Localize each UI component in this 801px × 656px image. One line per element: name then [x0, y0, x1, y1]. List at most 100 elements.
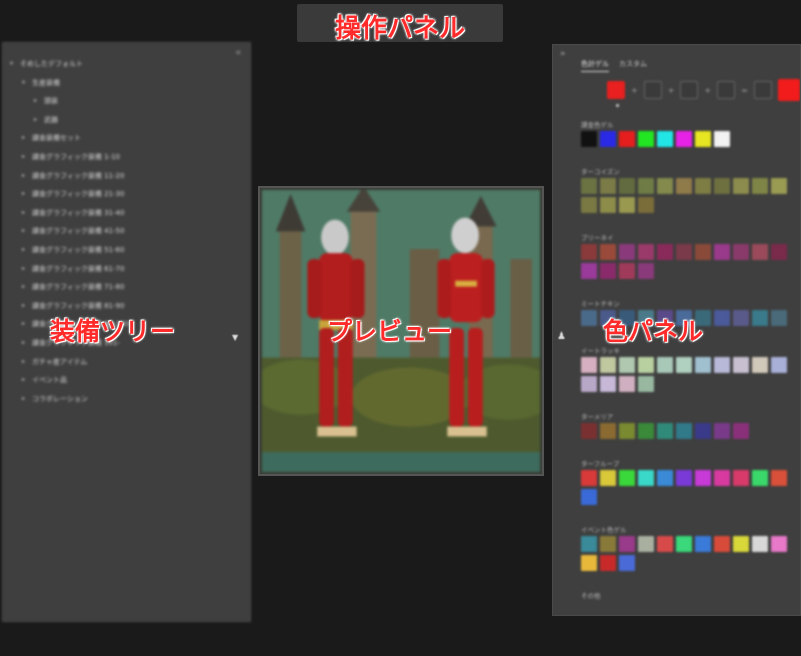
tree-item[interactable]: ▸ 頭装 [10, 92, 129, 111]
color-swatch[interactable] [600, 131, 616, 147]
tree-item[interactable]: ▸ 課金グラフィック装備 31-40 [10, 204, 129, 223]
color-swatch[interactable] [752, 310, 768, 326]
color-swatch[interactable] [619, 555, 635, 571]
color-swatch[interactable] [600, 536, 616, 552]
color-swatch[interactable] [733, 178, 749, 194]
double-chevron-right-icon[interactable]: » [560, 49, 566, 59]
color-swatch[interactable] [714, 536, 730, 552]
mix-slot[interactable] [680, 81, 699, 99]
chevron-right-icon[interactable]: ▸ [22, 297, 28, 316]
chevron-down-icon[interactable]: ▾ [22, 74, 28, 93]
palette-icon[interactable]: ♟ [557, 331, 566, 342]
color-swatch[interactable] [581, 197, 597, 213]
color-swatch[interactable] [771, 178, 787, 194]
color-swatch[interactable] [771, 310, 787, 326]
tab-1[interactable]: カスタム [619, 59, 647, 72]
color-swatch[interactable] [619, 131, 635, 147]
color-swatch[interactable] [600, 423, 616, 439]
chevron-right-icon[interactable]: ▸ [22, 315, 28, 334]
color-swatch[interactable] [733, 423, 749, 439]
tree-item[interactable]: ▸ イベント品 [10, 371, 129, 390]
color-swatch[interactable] [657, 357, 673, 373]
chevron-right-icon[interactable]: ▸ [22, 129, 28, 148]
chevron-right-icon[interactable]: ▸ [22, 148, 28, 167]
tree-item[interactable]: ▸ 課金グラフィック装備 41-50 [10, 222, 129, 241]
color-swatch[interactable] [600, 555, 616, 571]
chevron-right-icon[interactable]: ▸ [34, 111, 40, 130]
color-swatch[interactable] [600, 178, 616, 194]
color-swatch[interactable] [581, 244, 597, 260]
color-swatch[interactable] [581, 310, 597, 326]
color-swatch[interactable] [581, 489, 597, 505]
chevron-right-icon[interactable]: ▸ [34, 92, 40, 111]
color-swatch[interactable] [619, 536, 635, 552]
tree-item[interactable]: ▾ そめしたデフォルト [10, 55, 129, 74]
color-swatch[interactable] [695, 357, 711, 373]
color-swatch[interactable] [600, 470, 616, 486]
color-swatch[interactable] [676, 423, 692, 439]
color-swatch[interactable] [657, 131, 673, 147]
color-swatch[interactable] [619, 244, 635, 260]
color-swatch[interactable] [676, 470, 692, 486]
tree-item[interactable]: ▸ 課金グラフィック装備 11-20 [10, 167, 129, 186]
mix-slot[interactable] [607, 81, 625, 107]
mix-result-swatch[interactable] [777, 79, 800, 101]
color-swatch[interactable] [733, 357, 749, 373]
tree-item[interactable]: ▸ 課金装備セット [10, 129, 129, 148]
color-swatch[interactable] [638, 376, 654, 392]
color-swatch[interactable] [676, 244, 692, 260]
color-swatch[interactable] [638, 178, 654, 194]
color-swatch[interactable] [657, 244, 673, 260]
color-swatch[interactable] [638, 131, 654, 147]
color-swatch[interactable] [619, 470, 635, 486]
color-swatch[interactable] [600, 197, 616, 213]
color-swatch[interactable] [638, 423, 654, 439]
mix-slot[interactable] [753, 81, 772, 99]
chevron-right-icon[interactable]: ▸ [22, 185, 28, 204]
chevron-right-icon[interactable]: ▸ [22, 278, 28, 297]
color-swatch[interactable] [752, 178, 768, 194]
color-swatch[interactable] [657, 423, 673, 439]
chevron-right-icon[interactable]: ▸ [22, 260, 28, 279]
color-swatch[interactable] [581, 536, 597, 552]
color-swatch[interactable] [581, 357, 597, 373]
color-swatch[interactable] [752, 244, 768, 260]
tree-item[interactable]: ▾ 生産装備 [10, 74, 129, 93]
color-swatch[interactable] [581, 376, 597, 392]
color-swatch[interactable] [695, 536, 711, 552]
color-swatch[interactable] [600, 376, 616, 392]
color-swatch[interactable] [600, 357, 616, 373]
color-swatch[interactable] [752, 470, 768, 486]
chevron-right-icon[interactable]: ▸ [22, 334, 28, 353]
color-swatch[interactable] [581, 178, 597, 194]
color-swatch[interactable] [619, 178, 635, 194]
chevron-right-icon[interactable]: ▸ [22, 241, 28, 260]
color-swatch[interactable] [733, 536, 749, 552]
color-swatch[interactable] [771, 357, 787, 373]
color-swatch[interactable] [695, 244, 711, 260]
color-swatch[interactable] [714, 178, 730, 194]
color-swatch[interactable] [771, 470, 787, 486]
tree-item[interactable]: ▸ 課金グラフィック装備 21-30 [10, 185, 129, 204]
tree-item[interactable]: ▸ ガチャ産アイテム [10, 353, 129, 372]
color-swatch[interactable] [638, 470, 654, 486]
chevron-down-icon[interactable]: ▾ [10, 55, 16, 74]
color-swatch[interactable] [714, 244, 730, 260]
color-swatch[interactable] [619, 376, 635, 392]
color-swatch[interactable] [676, 131, 692, 147]
color-swatch[interactable] [714, 470, 730, 486]
color-swatch[interactable] [638, 357, 654, 373]
mix-slot[interactable] [643, 81, 662, 99]
color-swatch[interactable] [733, 470, 749, 486]
tree-item[interactable]: ▸ 課金グラフィック装備 51-60 [10, 241, 129, 260]
color-swatch[interactable] [714, 310, 730, 326]
color-swatch[interactable] [695, 423, 711, 439]
color-swatch[interactable] [581, 423, 597, 439]
double-chevron-left-icon[interactable]: « [235, 48, 241, 58]
chevron-right-icon[interactable]: ▸ [22, 167, 28, 186]
chevron-right-icon[interactable]: ▸ [22, 222, 28, 241]
tree-item[interactable]: ▸ 課金グラフィック装備 61-70 [10, 260, 129, 279]
mix-slot[interactable] [717, 81, 736, 99]
color-swatch[interactable] [733, 310, 749, 326]
color-swatch[interactable] [771, 244, 787, 260]
